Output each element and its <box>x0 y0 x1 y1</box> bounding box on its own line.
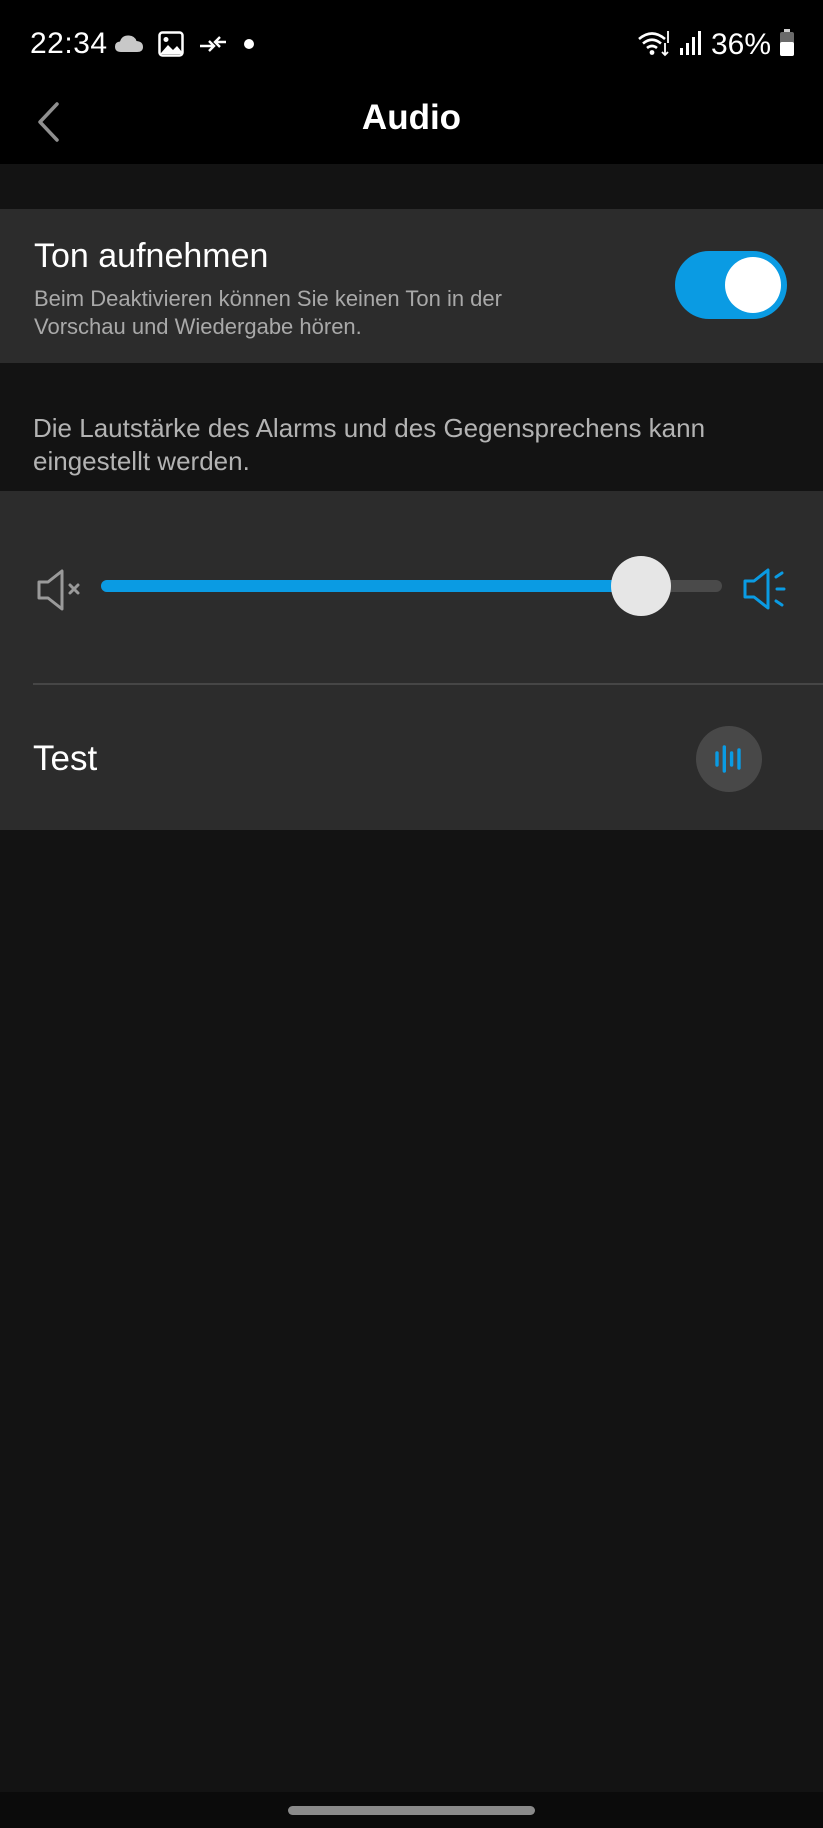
wifi-icon <box>637 29 671 62</box>
cloud-icon <box>114 34 144 59</box>
record-audio-description: Beim Deaktivieren können Sie keinen Ton … <box>34 286 502 339</box>
page-title: Audio <box>361 98 462 137</box>
battery-icon <box>779 28 795 62</box>
divider <box>33 683 823 685</box>
toggle-knob <box>725 257 781 313</box>
record-audio-toggle[interactable] <box>675 251 787 319</box>
home-indicator[interactable] <box>288 1806 535 1815</box>
app-header: Audio <box>0 82 823 164</box>
status-time: 22:34 <box>30 27 108 60</box>
test-label: Test <box>33 739 98 778</box>
sound-wave-icon <box>715 745 741 773</box>
volume-card: Test <box>0 491 823 830</box>
speaker-mute-icon[interactable] <box>36 568 84 612</box>
volume-slider[interactable] <box>101 556 722 616</box>
volume-description: Die Lautstärke des Alarms und des Gegens… <box>33 413 706 476</box>
gallery-icon <box>158 31 184 62</box>
record-audio-card: Ton aufnehmen Beim Deaktivieren können S… <box>0 209 823 363</box>
record-audio-title: Ton aufnehmen <box>34 237 269 275</box>
status-bar: 22:34 36% <box>0 0 823 82</box>
battery-percent: 36% <box>710 28 771 61</box>
test-button[interactable] <box>696 726 762 792</box>
status-icons-right: 36% <box>637 28 795 62</box>
status-icons-left <box>114 31 256 62</box>
signal-icon <box>679 30 703 61</box>
volume-slider-fill <box>101 580 642 592</box>
data-transfer-icon <box>198 33 228 60</box>
speaker-loud-icon[interactable] <box>742 567 790 611</box>
volume-slider-thumb[interactable] <box>611 556 672 616</box>
notification-dot-icon <box>242 37 256 56</box>
screen: 22:34 36% Audio Ton aufnehmen Beim Deakt… <box>0 0 823 1828</box>
